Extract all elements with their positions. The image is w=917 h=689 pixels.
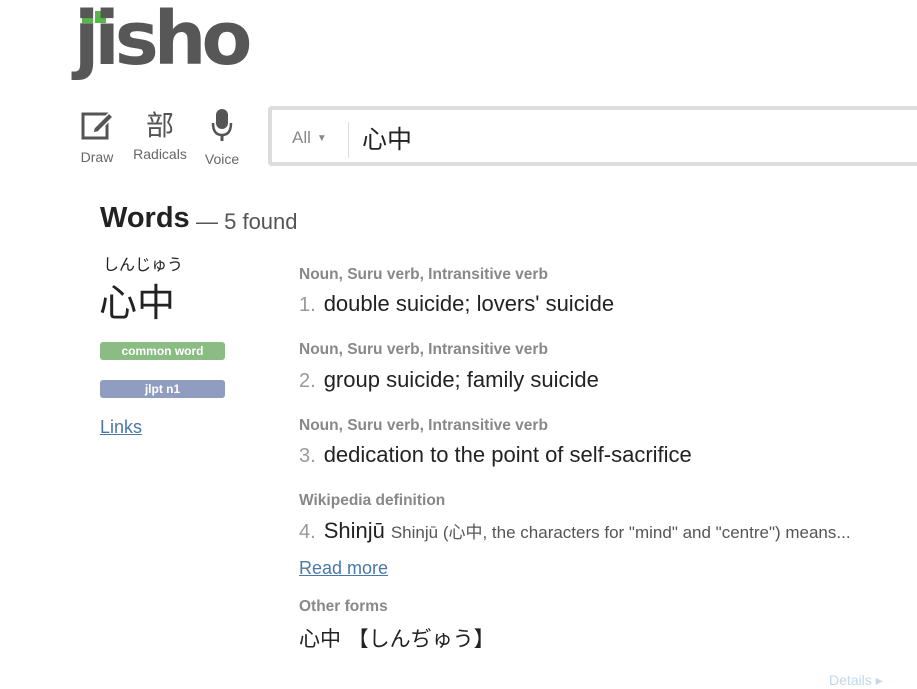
meaning-tags: Noun, Suru verb, Intransitive verb	[299, 341, 548, 358]
other-forms-label: Other forms	[299, 598, 388, 615]
meaning-text: dedication to the point of self-sacrific…	[323, 442, 692, 467]
search-bar: All ▼	[268, 106, 917, 166]
meaning-tags: Noun, Suru verb, Intransitive verb	[299, 417, 548, 434]
draw-label: Draw	[80, 149, 114, 165]
meaning-item: 2. group suicide; family suicide	[299, 367, 599, 393]
meaning-item: 3. dedication to the point of self-sacrif…	[299, 442, 692, 468]
meaning-tags: Wikipedia definition	[299, 492, 446, 509]
links-link[interactable]: Links	[100, 417, 142, 438]
meaning-text: double suicide; lovers' suicide	[323, 291, 615, 316]
word-kanji: 心中	[99, 281, 176, 325]
meaning-text: group suicide; family suicide	[323, 367, 599, 392]
caret-down-icon: ▼	[316, 133, 327, 144]
microphone-icon	[211, 109, 233, 141]
meaning-item: 4. Shinjū Shinjū (心中, the characters for "…	[299, 518, 851, 544]
logo-text: jisho	[74, 0, 252, 82]
pencil-edit-icon	[81, 111, 115, 140]
results-count: — 5 found	[196, 209, 298, 234]
meaning-item: 1. double suicide; lovers' suicide	[299, 291, 614, 317]
search-input[interactable]	[362, 120, 902, 156]
search-filter-dropdown[interactable]: All ▼	[292, 128, 327, 148]
wikipedia-abstract: Shinjū (心中, the characters for "mind" an…	[390, 523, 851, 542]
radicals-icon: 部	[145, 109, 174, 142]
radicals-label: Radicals	[133, 146, 187, 162]
jlpt-tag: jlpt n1	[100, 380, 225, 398]
meaning-text: Shinjū	[323, 518, 385, 543]
meaning-number: 1.	[299, 294, 316, 316]
meaning-number: 3.	[299, 445, 316, 467]
search-divider	[348, 122, 349, 158]
voice-button[interactable]: Voice	[202, 108, 242, 167]
common-word-tag: common word	[100, 342, 225, 360]
search-filter-label: All	[292, 128, 311, 147]
jisho-logo[interactable]: jisho	[74, 2, 252, 92]
results-title: Words	[100, 202, 190, 234]
meaning-number: 2.	[299, 370, 316, 392]
voice-label: Voice	[204, 151, 240, 167]
radicals-button[interactable]: 部 Radicals	[132, 108, 188, 162]
meaning-number: 4.	[299, 521, 316, 543]
meaning-tags: Noun, Suru verb, Intransitive verb	[299, 266, 548, 283]
draw-button[interactable]: Draw	[80, 108, 115, 165]
read-more-link[interactable]: Read more	[299, 558, 388, 579]
other-forms-text: 心中 【しんぢゅう】	[299, 627, 495, 651]
